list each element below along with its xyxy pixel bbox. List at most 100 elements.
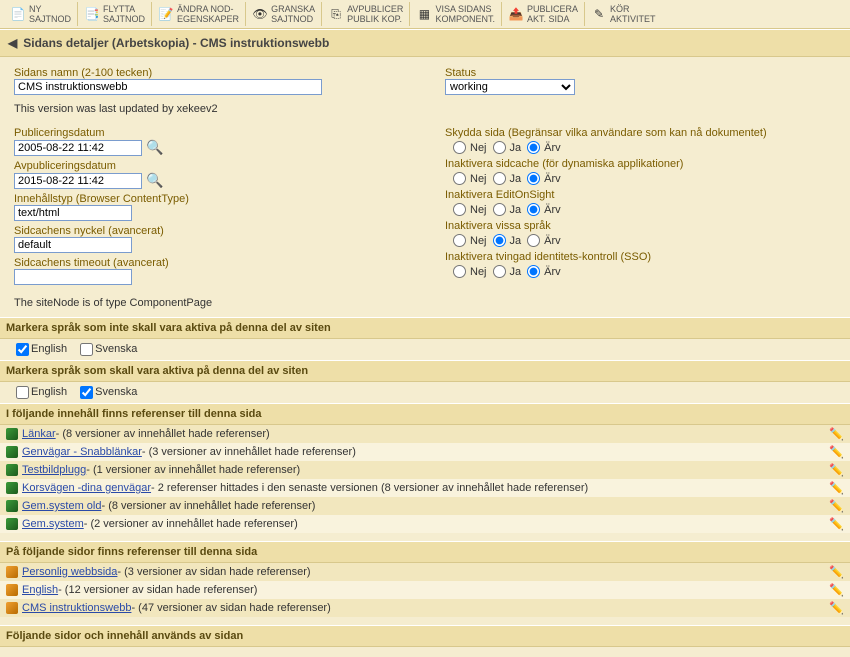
edit-icon[interactable]: ✏️ bbox=[829, 463, 844, 477]
ref-row: CMS instruktionswebb - (47 versioner av … bbox=[0, 599, 850, 617]
toolbar: 📄NY SAJTNOD📑FLYTTA SAJTNOD📝ÄNDRA NOD- EG… bbox=[0, 0, 850, 29]
pub-date-label: Publiceringsdatum bbox=[14, 127, 405, 139]
ref-link[interactable]: Genvägar - Snabblänkar bbox=[22, 446, 142, 458]
calendar-icon[interactable]: 🔍 bbox=[146, 172, 163, 189]
ref-detail: - (3 versioner av innehållet hade refere… bbox=[142, 446, 356, 458]
publish-current-page-icon: 📤 bbox=[508, 6, 524, 22]
cachetimeout-label: Sidcachens timeout (avancerat) bbox=[14, 257, 405, 269]
ref-row: Gem.system - (2 versioner av innehållet … bbox=[0, 515, 850, 533]
cube-icon bbox=[6, 602, 18, 614]
unpub-date-label: Avpubliceringsdatum bbox=[14, 160, 405, 172]
ref-link[interactable]: English bbox=[22, 584, 58, 596]
status-select[interactable]: working bbox=[445, 79, 575, 95]
toolbar-label: NY SAJTNOD bbox=[29, 4, 71, 24]
contenttype-input[interactable] bbox=[14, 205, 132, 221]
edit-icon[interactable]: ✏️ bbox=[829, 499, 844, 513]
ref-link[interactable]: Korsvägen -dina genvägar bbox=[22, 482, 151, 494]
edit-icon[interactable]: ✏️ bbox=[829, 427, 844, 441]
unpublish-public-copy-icon: ⎘ bbox=[328, 6, 344, 22]
label-nosso: Inaktivera tvingad identitets-kontroll (… bbox=[445, 251, 836, 263]
inactive-svenska-checkbox[interactable]: Svenska bbox=[80, 343, 137, 355]
last-updated-note: This version was last updated by xekeev2 bbox=[14, 103, 836, 115]
section-active-langs: Markera språk som skall vara aktiva på d… bbox=[0, 360, 850, 382]
ref-detail: - 2 referenser hittades i den senaste ve… bbox=[151, 482, 588, 494]
review-sitenode-icon: 👁 bbox=[252, 6, 268, 22]
radio-nosso-arv[interactable]: Ärv bbox=[527, 265, 561, 278]
contenttype-label: Innehållstyp (Browser ContentType) bbox=[14, 193, 405, 205]
toolbar-label: KÖR AKTIVITET bbox=[610, 4, 656, 24]
radio-nolang-ja[interactable]: Ja bbox=[493, 234, 522, 247]
back-arrow-icon[interactable]: ◀ bbox=[8, 36, 17, 50]
label-protect: Skydda sida (Begränsar vilka användare s… bbox=[445, 127, 836, 139]
radio-nolang-arv[interactable]: Ärv bbox=[527, 234, 561, 247]
unpub-date-input[interactable] bbox=[14, 173, 142, 189]
edit-icon[interactable]: ✏️ bbox=[829, 481, 844, 495]
radio-nocache-nej[interactable]: Nej bbox=[453, 172, 487, 185]
sidans-namn-input[interactable] bbox=[14, 79, 322, 95]
toolbar-label: VISA SIDANS KOMPONENT. bbox=[435, 4, 495, 24]
toolbar-show-page-components[interactable]: ▦VISA SIDANS KOMPONENT. bbox=[410, 2, 502, 26]
ref-link[interactable]: Gem.system old bbox=[22, 500, 101, 512]
toolbar-review-sitenode[interactable]: 👁GRANSKA SAJTNOD bbox=[246, 2, 322, 26]
toolbar-publish-current-page[interactable]: 📤PUBLICERA AKT. SIDA bbox=[502, 2, 585, 26]
radio-protect-arv[interactable]: Ärv bbox=[527, 141, 561, 154]
ref-row: Testbildplugg - (1 versioner av innehåll… bbox=[0, 461, 850, 479]
active-english-checkbox[interactable]: English bbox=[16, 386, 67, 398]
pub-date-input[interactable] bbox=[14, 140, 142, 156]
toolbar-label: FLYTTA SAJTNOD bbox=[103, 4, 145, 24]
section-inactive-langs: Markera språk som inte skall vara aktiva… bbox=[0, 317, 850, 339]
label-nocache: Inaktivera sidcache (för dynamiska appli… bbox=[445, 158, 836, 170]
toolbar-run-activity[interactable]: ✎KÖR AKTIVITET bbox=[585, 2, 662, 26]
ref-detail: - (47 versioner av sidan hade referenser… bbox=[131, 602, 330, 614]
radio-nosso-nej[interactable]: Nej bbox=[453, 265, 487, 278]
ref-link[interactable]: Personlig webbsida bbox=[22, 566, 117, 578]
radio-noeos-arv[interactable]: Ärv bbox=[527, 203, 561, 216]
page-title: Sidans detaljer (Arbetskopia) - CMS inst… bbox=[23, 36, 329, 50]
cachekey-input[interactable] bbox=[14, 237, 132, 253]
calendar-icon[interactable]: 🔍 bbox=[146, 139, 163, 156]
edit-icon[interactable]: ✏️ bbox=[829, 601, 844, 615]
edit-icon[interactable]: ✏️ bbox=[829, 583, 844, 597]
radio-protect-nej[interactable]: Nej bbox=[453, 141, 487, 154]
cachetimeout-input[interactable] bbox=[14, 269, 132, 285]
toolbar-move-sitenode[interactable]: 📑FLYTTA SAJTNOD bbox=[78, 2, 152, 26]
toolbar-unpublish-public-copy[interactable]: ⎘AVPUBLICER PUBLIK KOP. bbox=[322, 2, 410, 26]
show-page-components-icon: ▦ bbox=[416, 6, 432, 22]
ref-link[interactable]: Gem.system bbox=[22, 518, 84, 530]
ref-detail: - (12 versioner av sidan hade referenser… bbox=[58, 584, 257, 596]
radio-noeos-ja[interactable]: Ja bbox=[493, 203, 522, 216]
cube-icon bbox=[6, 446, 18, 458]
inactive-english-checkbox[interactable]: English bbox=[16, 343, 67, 355]
toolbar-label: GRANSKA SAJTNOD bbox=[271, 4, 315, 24]
label-nolang: Inaktivera vissa språk bbox=[445, 220, 836, 232]
edit-icon[interactable]: ✏️ bbox=[829, 565, 844, 579]
active-svenska-checkbox[interactable]: Svenska bbox=[80, 386, 137, 398]
title-bar: ◀ Sidans detaljer (Arbetskopia) - CMS in… bbox=[0, 29, 850, 57]
radio-nosso-ja[interactable]: Ja bbox=[493, 265, 522, 278]
cube-icon bbox=[6, 566, 18, 578]
ref-row: Korsvägen -dina genvägar - 2 referenser … bbox=[0, 479, 850, 497]
cube-icon bbox=[6, 518, 18, 530]
ref-row: English - (12 versioner av sidan hade re… bbox=[0, 581, 850, 599]
cachekey-label: Sidcachens nyckel (avancerat) bbox=[14, 225, 405, 237]
edit-icon[interactable]: ✏️ bbox=[829, 517, 844, 531]
section-content-refs: I följande innehåll finns referenser til… bbox=[0, 403, 850, 425]
toolbar-new-sitenode[interactable]: 📄NY SAJTNOD bbox=[4, 2, 78, 26]
ref-link[interactable]: CMS instruktionswebb bbox=[22, 602, 131, 614]
cube-icon bbox=[6, 482, 18, 494]
ref-detail: - (1 versioner av innehållet hade refere… bbox=[86, 464, 300, 476]
ref-detail: - (8 versioner av innehållet hade refere… bbox=[101, 500, 315, 512]
radio-nolang-nej[interactable]: Nej bbox=[453, 234, 487, 247]
ref-detail: - (2 versioner av innehållet hade refere… bbox=[84, 518, 298, 530]
radio-protect-ja[interactable]: Ja bbox=[493, 141, 522, 154]
toolbar-edit-node-props[interactable]: 📝ÄNDRA NOD- EGENSKAPER bbox=[152, 2, 246, 26]
radio-nocache-ja[interactable]: Ja bbox=[493, 172, 522, 185]
radio-noeos-nej[interactable]: Nej bbox=[453, 203, 487, 216]
ref-row: Genvägar - Snabblänkar - (3 versioner av… bbox=[0, 443, 850, 461]
edit-icon[interactable]: ✏️ bbox=[829, 445, 844, 459]
ref-link[interactable]: Länkar bbox=[22, 428, 56, 440]
radio-nocache-arv[interactable]: Ärv bbox=[527, 172, 561, 185]
ref-row: Personlig webbsida - (3 versioner av sid… bbox=[0, 563, 850, 581]
ref-link[interactable]: Testbildplugg bbox=[22, 464, 86, 476]
cube-icon bbox=[6, 428, 18, 440]
